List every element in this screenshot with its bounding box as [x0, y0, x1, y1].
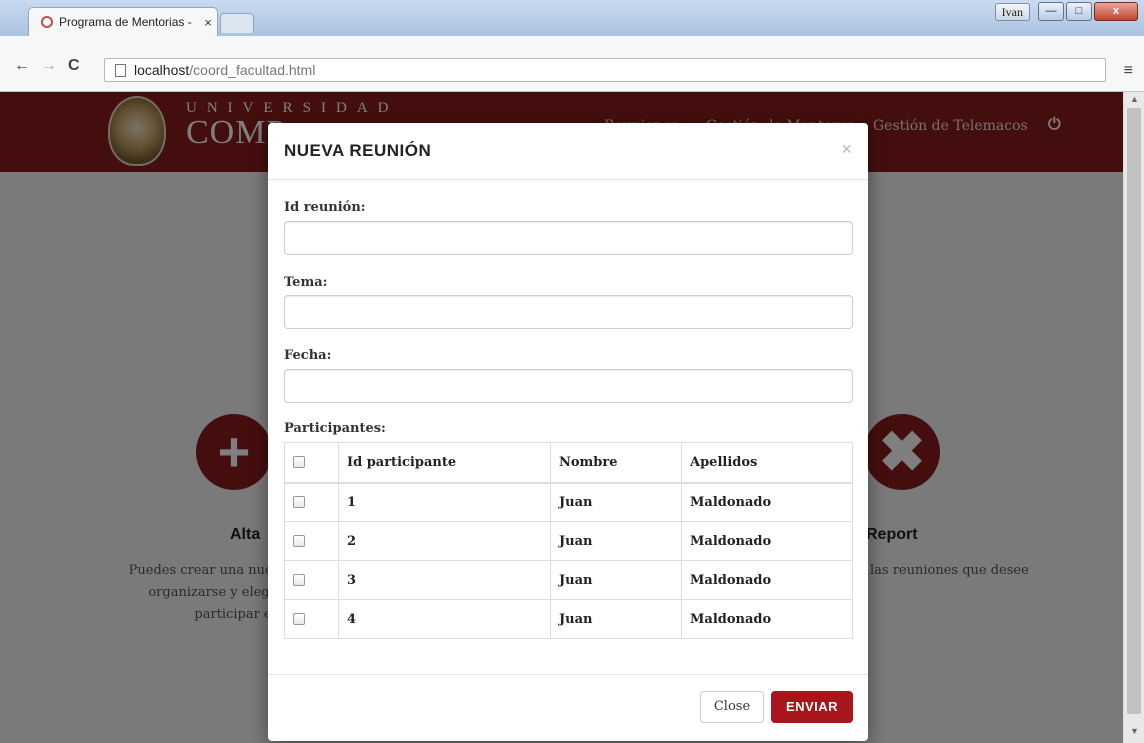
participants-table: Id participante Nombre Apellidos 1 Juan …: [284, 442, 853, 639]
id-reunion-label: Id reunión:: [284, 200, 366, 215]
close-window-button[interactable]: x: [1094, 2, 1138, 21]
window-controls: Ivan — □ x: [994, 2, 1138, 21]
minimize-button[interactable]: —: [1038, 2, 1064, 21]
profile-badge[interactable]: Ivan: [994, 3, 1030, 21]
fecha-input[interactable]: [284, 369, 853, 403]
scroll-up-icon[interactable]: ▲: [1130, 94, 1139, 104]
browser-tab[interactable]: Programa de Mentorias - ×: [28, 7, 218, 36]
table-header-row: Id participante Nombre Apellidos: [284, 442, 853, 484]
modal-body: Id reunión: Tema: Fecha: Participantes: …: [268, 180, 868, 674]
tab-title: Programa de Mentorias -: [59, 15, 192, 29]
page-scrollbar[interactable]: ▲ ▼: [1123, 92, 1144, 743]
url-path: /coord_facultad.html: [189, 62, 316, 78]
menu-icon[interactable]: ≡: [1124, 62, 1133, 80]
column-header-id: Id participante: [338, 442, 551, 484]
modal-header: NUEVA REUNIÓN ×: [268, 123, 868, 180]
participantes-label: Participantes:: [284, 421, 386, 436]
tab-close-icon[interactable]: ×: [199, 15, 217, 30]
forward-arrow-icon[interactable]: →: [41, 58, 57, 74]
new-tab-button[interactable]: [220, 13, 254, 33]
table-row[interactable]: 2 Juan Maldonado: [284, 521, 853, 561]
cell-nombre: Juan: [550, 521, 682, 561]
cell-apellidos: Maldonado: [681, 599, 853, 639]
column-header-apellidos: Apellidos: [681, 442, 853, 484]
modal-footer: Close ENVIAR: [268, 674, 868, 741]
row-checkbox[interactable]: [293, 535, 305, 547]
cell-apellidos: Maldonado: [681, 560, 853, 600]
modal-close-icon[interactable]: ×: [841, 139, 852, 160]
row-checkbox[interactable]: [293, 574, 305, 586]
cell-apellidos: Maldonado: [681, 482, 853, 522]
cell-id: 1: [338, 482, 551, 522]
send-button[interactable]: ENVIAR: [771, 691, 853, 723]
scroll-down-icon[interactable]: ▼: [1130, 726, 1139, 736]
back-arrow-icon[interactable]: ←: [14, 58, 30, 74]
fecha-label: Fecha:: [284, 348, 332, 363]
favicon-icon: [41, 16, 53, 28]
id-reunion-input[interactable]: [284, 221, 853, 255]
row-checkbox[interactable]: [293, 613, 305, 625]
page-icon: [115, 63, 126, 77]
cell-nombre: Juan: [550, 599, 682, 639]
cell-id: 2: [338, 521, 551, 561]
row-checkbox[interactable]: [293, 496, 305, 509]
table-row[interactable]: 3 Juan Maldonado: [284, 560, 853, 600]
table-row[interactable]: 1 Juan Maldonado: [284, 482, 853, 522]
close-button[interactable]: Close: [700, 691, 764, 723]
url-host: localhost: [134, 62, 190, 78]
table-row[interactable]: 4 Juan Maldonado: [284, 599, 853, 639]
scroll-thumb[interactable]: [1127, 108, 1141, 714]
cell-nombre: Juan: [550, 482, 682, 522]
cell-apellidos: Maldonado: [681, 521, 853, 561]
reload-icon[interactable]: C: [68, 58, 80, 74]
select-all-checkbox[interactable]: [293, 456, 305, 469]
cell-nombre: Juan: [550, 560, 682, 600]
tema-label: Tema:: [284, 275, 328, 290]
modal-title: NUEVA REUNIÓN: [284, 141, 432, 160]
tema-input[interactable]: [284, 295, 853, 329]
new-meeting-modal: NUEVA REUNIÓN × Id reunión: Tema: Fecha:…: [268, 123, 868, 741]
cell-id: 3: [338, 560, 551, 600]
maximize-button[interactable]: □: [1066, 2, 1092, 21]
cell-id: 4: [338, 599, 551, 639]
address-bar[interactable]: localhost /coord_facultad.html: [104, 58, 1106, 82]
column-header-nombre: Nombre: [550, 442, 682, 484]
